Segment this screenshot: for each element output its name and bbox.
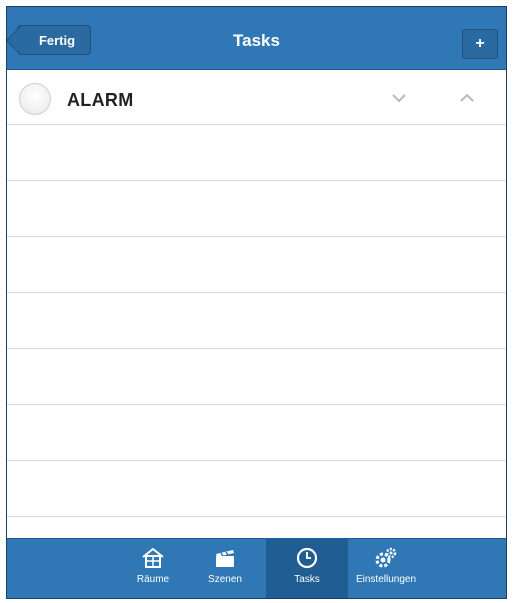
chevron-up-icon[interactable]: [457, 90, 477, 106]
empty-row: [7, 461, 506, 517]
add-task-button[interactable]: +: [462, 29, 498, 59]
task-toggle-radio[interactable]: [19, 83, 51, 115]
tab-tasks[interactable]: Tasks: [266, 539, 348, 598]
tab-label: Tasks: [294, 574, 320, 585]
app-window: Fertig Tasks + ALARM Räume Szenen Tasks …: [6, 6, 507, 599]
tab-bar: Räume Szenen Tasks Einstellungen: [7, 538, 506, 598]
tab-label: Einstellungen: [355, 574, 417, 585]
task-list: ALARM: [7, 70, 506, 538]
tab-raeume[interactable]: Räume: [112, 539, 194, 598]
empty-row: [7, 405, 506, 461]
house-icon: [140, 545, 166, 571]
clock-icon: [294, 545, 320, 571]
tab-einstellungen[interactable]: Einstellungen: [345, 539, 427, 598]
list-item[interactable]: ALARM: [7, 70, 506, 125]
nav-bar: Fertig Tasks +: [7, 7, 506, 70]
chevron-down-icon[interactable]: [389, 90, 409, 106]
empty-row: [7, 181, 506, 237]
empty-row: [7, 237, 506, 293]
clapperboard-icon: [212, 545, 238, 571]
task-label: ALARM: [67, 90, 134, 110]
tab-label: Szenen: [208, 574, 242, 585]
empty-row: [7, 349, 506, 405]
page-title: Tasks: [233, 31, 280, 50]
back-button-label: Fertig: [38, 32, 76, 48]
gears-icon: [373, 545, 399, 571]
tab-szenen[interactable]: Szenen: [184, 539, 266, 598]
empty-row: [7, 293, 506, 349]
tab-label: Räume: [136, 574, 170, 585]
empty-row: [7, 125, 506, 181]
